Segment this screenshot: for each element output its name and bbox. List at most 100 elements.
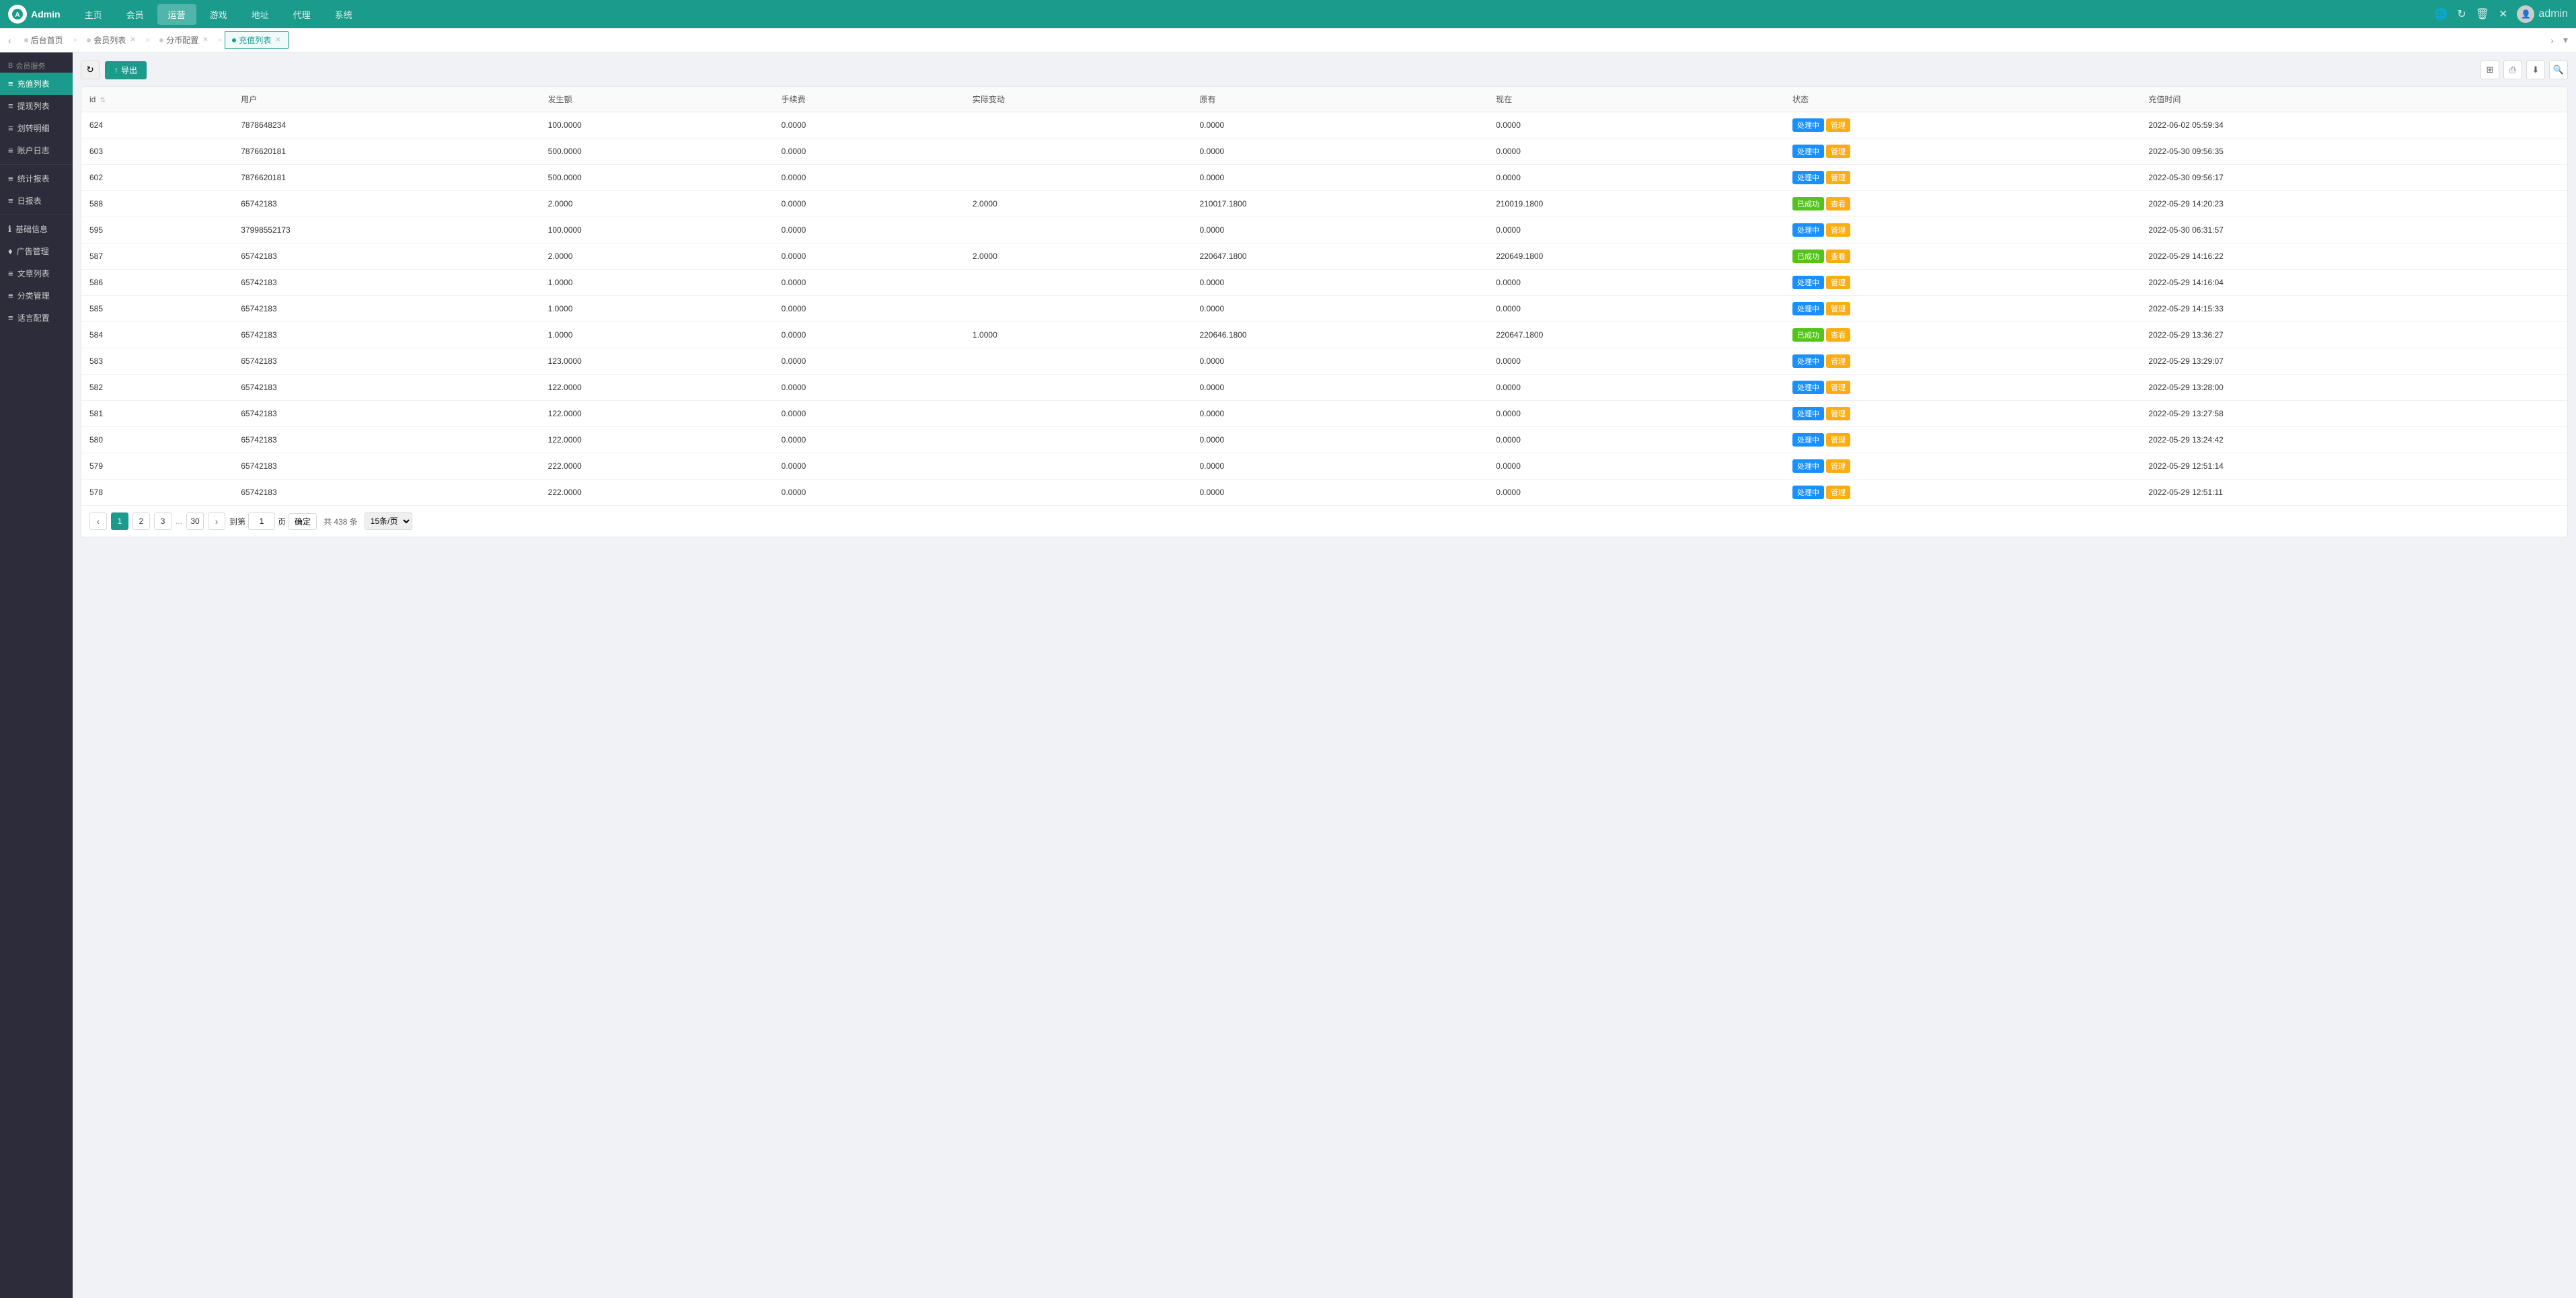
- cell-user: 37998552173: [233, 217, 539, 243]
- page-btn-1[interactable]: 1: [111, 512, 128, 530]
- status-badge-manage[interactable]: 管理: [1826, 407, 1850, 420]
- status-badge-manage[interactable]: 管理: [1826, 459, 1850, 473]
- sort-icon[interactable]: ⇅: [100, 97, 106, 104]
- status-badge-processing: 处理中: [1792, 276, 1824, 289]
- export-button[interactable]: ↑ 导出: [105, 61, 147, 79]
- status-badge-manage[interactable]: 管理: [1826, 486, 1850, 499]
- sidebar-item-stats[interactable]: ≡ 统计报表: [0, 167, 73, 190]
- status-badge-manage[interactable]: 管理: [1826, 381, 1850, 394]
- status-badge-manage[interactable]: 管理: [1826, 276, 1850, 289]
- cell-current: 220649.1800: [1488, 243, 1784, 270]
- tab-member-list[interactable]: 会员列表 ✕: [79, 31, 143, 49]
- daily-icon: ≡: [8, 196, 13, 206]
- cell-actual-change: 2.0000: [964, 191, 1191, 217]
- cell-status: 处理中管理: [1784, 375, 2140, 401]
- page-size-select[interactable]: 15条/页 20条/页 30条/页 50条/页: [365, 512, 412, 530]
- nav-item-agent[interactable]: 代理: [282, 4, 321, 25]
- tab-close-split[interactable]: ✕: [202, 36, 208, 44]
- status-badge-manage[interactable]: 管理: [1826, 171, 1850, 184]
- cell-actual-change: [964, 375, 1191, 401]
- tab-split-config[interactable]: 分币配置 ✕: [152, 31, 215, 49]
- table-row: 602 7876620181 500.0000 0.0000 0.0000 0.…: [81, 165, 2567, 191]
- user-area[interactable]: 👤 admin: [2517, 5, 2568, 23]
- refresh-icon[interactable]: ↻: [2457, 7, 2466, 21]
- delete-icon[interactable]: 🗑: [2476, 7, 2489, 21]
- cell-id: 579: [81, 453, 233, 480]
- nav-item-operations[interactable]: 运营: [157, 4, 196, 25]
- cell-original: 0.0000: [1191, 112, 1488, 139]
- sidebar-group-text: 会员服务: [15, 61, 45, 71]
- cell-actual-change: [964, 165, 1191, 191]
- status-badge-manage[interactable]: 管理: [1826, 354, 1850, 368]
- refresh-button[interactable]: ↻: [81, 61, 100, 79]
- tab-recharge-list[interactable]: 充值列表 ✕: [225, 31, 288, 49]
- page-btn-2[interactable]: 2: [132, 512, 150, 530]
- nav-item-address[interactable]: 地址: [241, 4, 280, 25]
- app-logo: A Admin: [8, 5, 61, 24]
- page-jump-input[interactable]: [248, 512, 275, 530]
- sidebar-item-ads[interactable]: ♦ 广告管理: [0, 240, 73, 262]
- cell-time: 2022-05-29 14:20:23: [2140, 191, 2567, 217]
- status-badge-view[interactable]: 查看: [1826, 250, 1850, 263]
- cell-original: 0.0000: [1191, 375, 1488, 401]
- sidebar-item-recharge[interactable]: ≡ 充值列表: [0, 73, 73, 95]
- status-badge-manage[interactable]: 管理: [1826, 118, 1850, 132]
- sidebar-item-account-log[interactable]: ≡ 账户日志: [0, 139, 73, 161]
- cell-status: 处理中管理: [1784, 217, 2140, 243]
- nav-item-member[interactable]: 会员: [116, 4, 155, 25]
- sidebar-item-transfer[interactable]: ≡ 划转明细: [0, 117, 73, 139]
- status-badge-processing: 处理中: [1792, 145, 1824, 158]
- tab-close-recharge[interactable]: ✕: [275, 36, 280, 44]
- page-total: 共 438 条: [324, 516, 358, 527]
- page-prev-btn[interactable]: ‹: [89, 512, 107, 530]
- tab-prev-btn[interactable]: ‹: [5, 35, 14, 46]
- sidebar-divider: [0, 164, 73, 165]
- tab-menu-btn[interactable]: ▾: [2561, 34, 2571, 46]
- export-label: 导出: [121, 65, 137, 76]
- cell-amount: 100.0000: [540, 112, 773, 139]
- sidebar-item-language[interactable]: ≡ 话言配置: [0, 307, 73, 329]
- sidebar-item-basic-info[interactable]: ℹ 基础信息: [0, 218, 73, 240]
- tab-close-member[interactable]: ✕: [130, 36, 135, 44]
- status-badge-processing: 处理中: [1792, 118, 1824, 132]
- status-badge-manage[interactable]: 管理: [1826, 145, 1850, 158]
- tab-next-btn[interactable]: ›: [2548, 34, 2556, 46]
- sidebar-item-label: 分类管理: [17, 290, 50, 301]
- ads-icon: ♦: [8, 246, 13, 256]
- status-badge-manage[interactable]: 管理: [1826, 302, 1850, 315]
- stats-icon: ≡: [8, 174, 13, 184]
- sidebar-item-articles[interactable]: ≡ 文章列表: [0, 262, 73, 284]
- page-next-btn[interactable]: ›: [208, 512, 225, 530]
- status-badge-view[interactable]: 查看: [1826, 197, 1850, 211]
- table-row: 580 65742183 122.0000 0.0000 0.0000 0.00…: [81, 427, 2567, 453]
- search-btn[interactable]: 🔍: [2549, 61, 2568, 79]
- print-btn[interactable]: ⎙: [2503, 61, 2522, 79]
- cell-current: 0.0000: [1488, 427, 1784, 453]
- sidebar-item-daily[interactable]: ≡ 日报表: [0, 190, 73, 212]
- nav-item-games[interactable]: 游戏: [199, 4, 238, 25]
- grid-view-btn[interactable]: ⊞: [2480, 61, 2499, 79]
- nav-item-system[interactable]: 系统: [324, 4, 363, 25]
- nav-item-home[interactable]: 主页: [74, 4, 113, 25]
- cell-fee: 0.0000: [773, 427, 964, 453]
- status-badge-processing: 处理中: [1792, 407, 1824, 420]
- status-badge-manage[interactable]: 管理: [1826, 223, 1850, 237]
- page-jump-confirm-btn[interactable]: 确定: [289, 513, 317, 530]
- close-icon[interactable]: ✕: [2499, 7, 2507, 21]
- tab-dot: [87, 38, 91, 42]
- cell-amount: 122.0000: [540, 375, 773, 401]
- cell-user: 65742183: [233, 348, 539, 375]
- sidebar-item-withdrawal[interactable]: ≡ 提现列表: [0, 95, 73, 117]
- cell-original: 0.0000: [1191, 348, 1488, 375]
- sidebar-item-categories[interactable]: ≡ 分类管理: [0, 284, 73, 307]
- download-btn[interactable]: ⬇: [2526, 61, 2545, 79]
- globe-icon[interactable]: 🌐: [2434, 7, 2448, 21]
- cell-time: 2022-05-29 13:28:00: [2140, 375, 2567, 401]
- status-badge-manage[interactable]: 管理: [1826, 433, 1850, 447]
- sidebar-item-label: 充值列表: [17, 78, 50, 89]
- page-btn-30[interactable]: 30: [186, 512, 204, 530]
- page-btn-3[interactable]: 3: [154, 512, 172, 530]
- status-badge-view[interactable]: 查看: [1826, 328, 1850, 342]
- status-badge-success: 已成功: [1792, 250, 1824, 263]
- tab-backend-home[interactable]: 后台首页: [17, 31, 71, 49]
